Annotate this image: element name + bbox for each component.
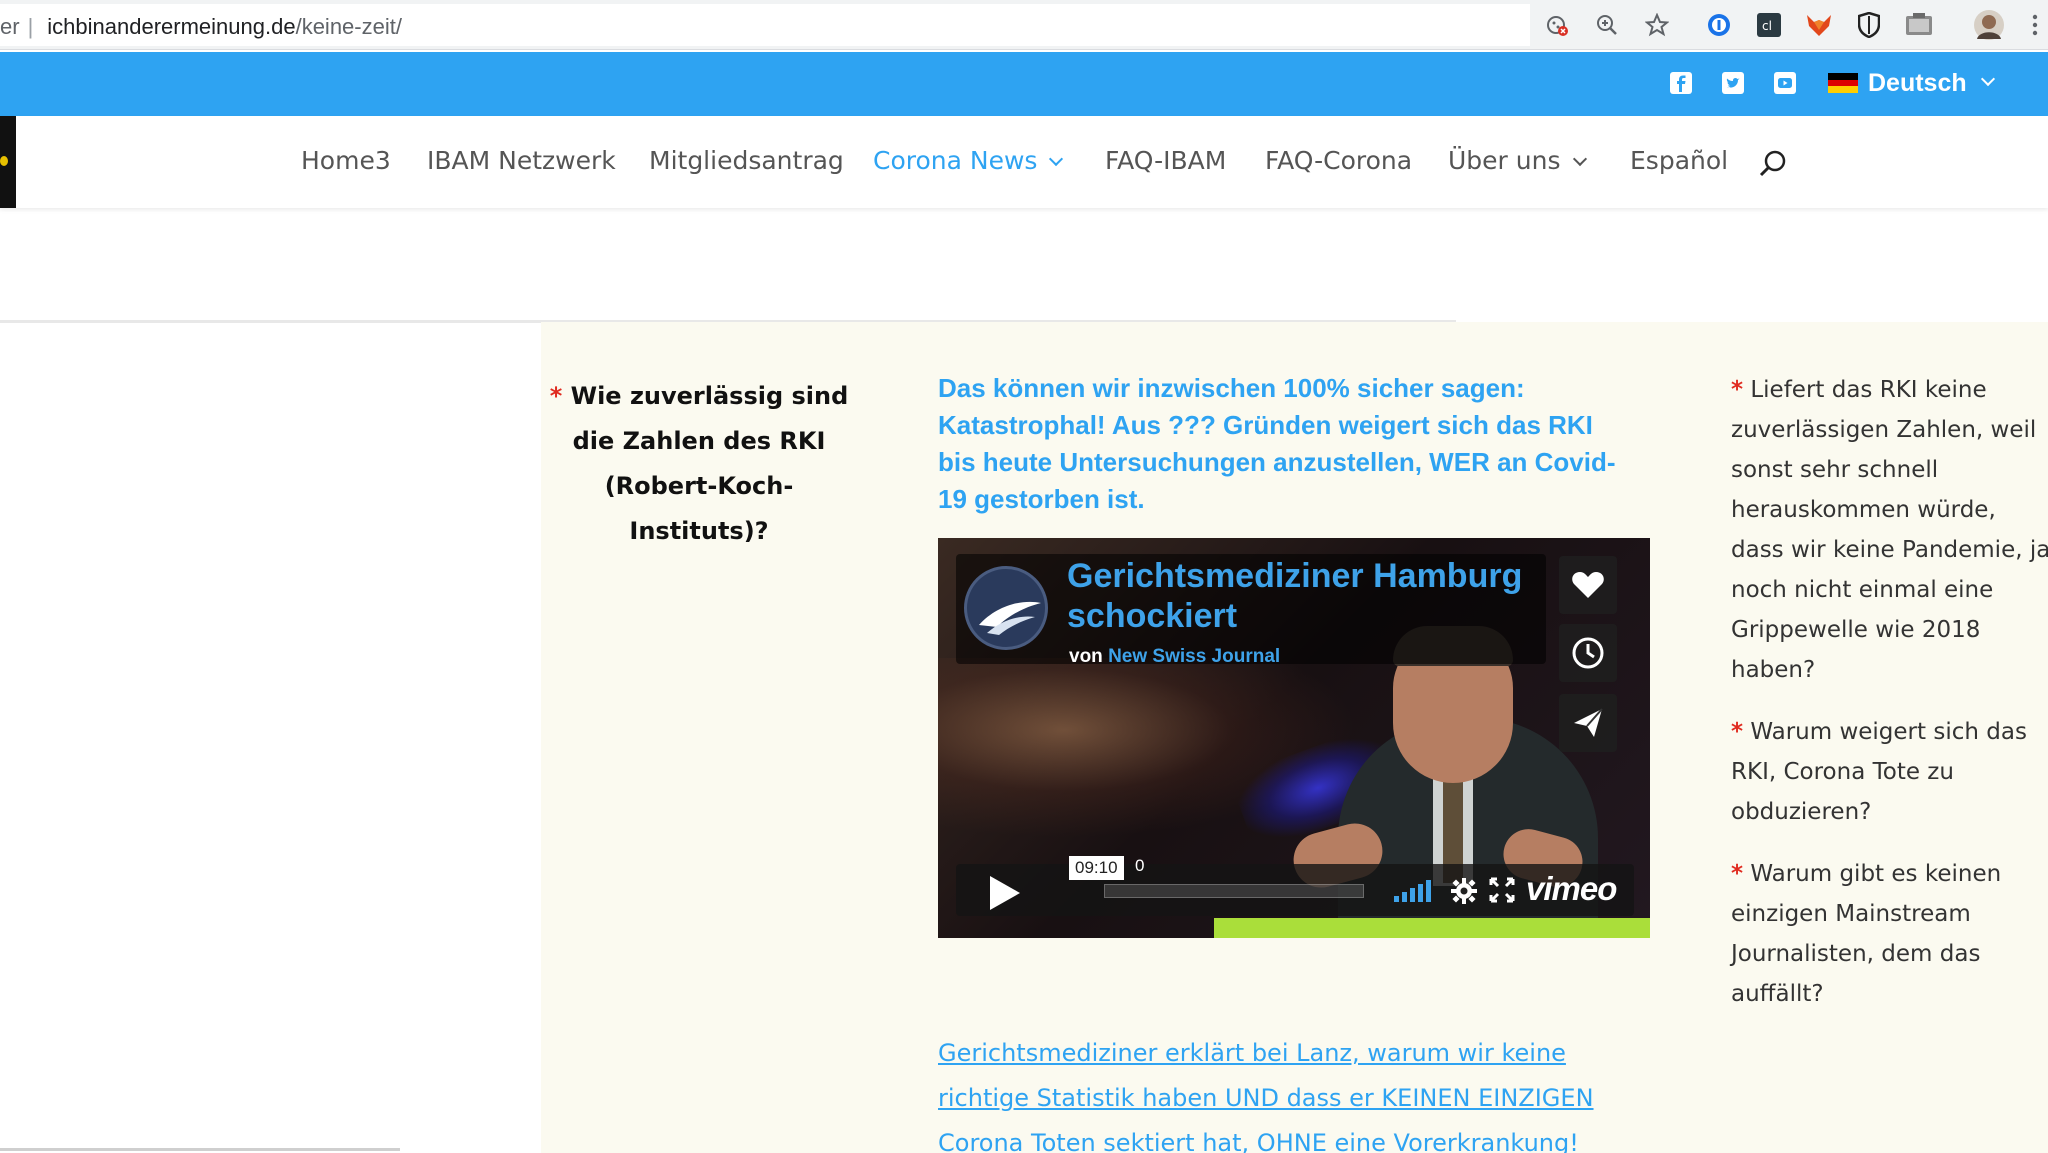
settings-gear-icon[interactable] — [1450, 877, 1478, 905]
nav-item-home3[interactable]: Home3 — [301, 146, 391, 175]
browser-chrome: er | ichbinanderermeinung.de/keine-zeit/ c… — [0, 0, 2048, 50]
right-questions: * Liefert das RKI keine zuverlässigen Za… — [1731, 370, 2048, 1036]
video-progress-bar[interactable] — [1104, 884, 1364, 898]
bookmark-star-icon[interactable] — [1640, 8, 1674, 42]
fullscreen-icon[interactable] — [1489, 877, 1515, 903]
send-icon — [1574, 708, 1603, 737]
nav-item-espanol[interactable]: Español — [1630, 146, 1728, 175]
chevron-down-icon — [1572, 151, 1587, 167]
search-icon[interactable] — [1758, 148, 1790, 180]
asterisk: * — [549, 382, 563, 410]
right-question-3: * Warum gibt es keinen einzigen Mainstre… — [1731, 861, 2002, 1007]
language-label: Deutsch — [1868, 68, 1967, 97]
video-byline: von New Swiss Journal — [1069, 646, 1281, 667]
page-scroll-indicator — [0, 1148, 400, 1151]
left-question-text: Wie zuverlässig sind die Zahlen des RKI … — [570, 382, 849, 545]
url-text[interactable]: er | ichbinanderermeinung.de/keine-zeit/ — [0, 14, 402, 40]
video-player[interactable]: Gerichtsmediziner Hamburg schockiert von… — [938, 538, 1650, 938]
blocked-cookies-icon[interactable] — [1540, 8, 1574, 42]
clock-icon — [1572, 637, 1604, 669]
address-bar[interactable]: er | ichbinanderermeinung.de/keine-zeit/ — [0, 4, 1530, 46]
like-button[interactable] — [1559, 556, 1617, 614]
url-domain: ichbinanderermeinung.de — [47, 14, 296, 39]
language-switcher[interactable]: Deutsch — [1828, 66, 1995, 100]
article-link[interactable]: Gerichtsmediziner erklärt bei Lanz, waru… — [938, 1031, 1658, 1153]
svg-text:cl: cl — [1762, 19, 1772, 33]
cl-extension-icon[interactable]: cl — [1752, 8, 1786, 42]
nav-item-ueber-uns[interactable]: Über uns — [1448, 146, 1587, 175]
share-button[interactable] — [1559, 694, 1617, 752]
heart-icon — [1572, 572, 1604, 598]
nav-item-ibam-netzwerk[interactable]: IBAM Netzwerk — [427, 146, 616, 175]
video-title[interactable]: Gerichtsmediziner Hamburg schockiert — [1067, 556, 1537, 636]
profile-avatar-icon[interactable] — [1972, 8, 2006, 42]
article-headline: Das können wir inzwischen 100% sicher sa… — [938, 373, 1616, 514]
right-question-2: * Warum weigert sich das RKI, Corona Tot… — [1731, 719, 2027, 825]
time-tooltip: 09:10 — [1069, 856, 1124, 880]
channel-avatar[interactable] — [964, 566, 1048, 650]
vimeo-logo[interactable]: vimeo — [1526, 870, 1617, 908]
nav-item-mitgliedsantrag[interactable]: Mitgliedsantrag — [649, 146, 844, 175]
youtube-icon[interactable] — [1774, 72, 1796, 94]
nav-item-faq-corona[interactable]: FAQ-Corona — [1265, 146, 1412, 175]
twitter-icon[interactable] — [1722, 72, 1744, 94]
right-question-1: * Liefert das RKI keine zuverlässigen Za… — [1731, 377, 2048, 683]
facebook-icon[interactable] — [1670, 72, 1692, 94]
volume-icon[interactable] — [1394, 878, 1438, 902]
play-icon[interactable] — [990, 876, 1020, 910]
zoom-icon[interactable] — [1590, 8, 1624, 42]
nav-item-corona-news[interactable]: Corona News — [873, 146, 1064, 175]
nav-item-faq-ibam[interactable]: FAQ-IBAM — [1105, 146, 1226, 175]
screenshot-extension-icon[interactable] — [1902, 8, 1936, 42]
video-controls: vimeo — [956, 864, 1634, 916]
logo-dot — [0, 156, 8, 166]
time-extra: 0 — [1135, 856, 1145, 875]
fox-extension-icon[interactable] — [1802, 8, 1836, 42]
url-prev-fragment: er — [0, 14, 20, 39]
left-question: * Wie zuverlässig sind die Zahlen des RK… — [546, 374, 852, 554]
channel-link[interactable]: New Swiss Journal — [1108, 646, 1280, 667]
chevron-down-icon — [1049, 151, 1064, 167]
password-manager-icon[interactable] — [1702, 8, 1736, 42]
chevron-down-icon — [1980, 71, 1995, 87]
video-bottom-strip — [1214, 918, 1650, 938]
german-flag-icon — [1828, 73, 1858, 94]
url-path: /keine-zeit/ — [295, 14, 402, 39]
watch-later-button[interactable] — [1559, 624, 1617, 682]
shield-icon[interactable] — [1852, 8, 1886, 42]
browser-menu-icon[interactable] — [2018, 8, 2048, 42]
